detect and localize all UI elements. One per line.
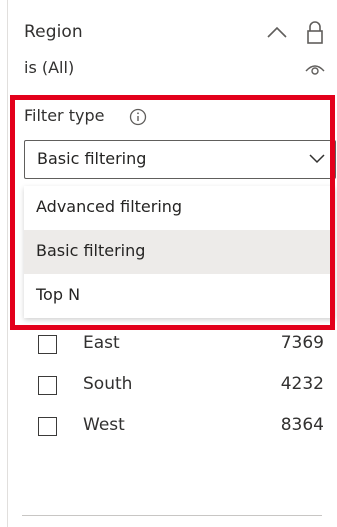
chevron-up-icon[interactable] (266, 24, 288, 40)
value-count: 7369 (280, 333, 324, 353)
value-label: South (83, 374, 133, 394)
filter-card-summary: is (All) (24, 58, 75, 77)
option-label: Advanced filtering (36, 197, 183, 216)
option-basic-filtering[interactable]: Basic filtering (24, 230, 335, 274)
option-label: Basic filtering (36, 241, 146, 260)
info-icon[interactable] (129, 108, 147, 126)
chevron-down-icon (309, 154, 325, 164)
checkbox[interactable] (38, 376, 57, 395)
option-label: Top N (36, 285, 81, 304)
pane-bottom-divider (22, 515, 322, 516)
option-advanced-filtering[interactable]: Advanced filtering (24, 186, 335, 230)
option-top-n[interactable]: Top N (24, 274, 335, 318)
checkbox[interactable] (38, 417, 57, 436)
lock-icon[interactable] (306, 19, 324, 45)
value-row-south[interactable]: South 4232 (38, 373, 330, 401)
value-row-west[interactable]: West 8364 (38, 414, 330, 442)
filter-pane: Region is (All) Filter type Basic filter… (0, 0, 337, 527)
value-label: West (83, 415, 125, 435)
checkbox[interactable] (38, 335, 57, 354)
filter-card-title: Region (24, 22, 83, 42)
value-count: 4232 (280, 374, 324, 394)
value-count: 8364 (280, 415, 324, 435)
filter-type-selected: Basic filtering (37, 149, 147, 168)
eye-icon[interactable] (305, 62, 325, 76)
value-label: East (83, 333, 120, 353)
filter-type-label: Filter type (24, 106, 105, 125)
filter-type-options-list: Advanced filtering Basic filtering Top N (24, 186, 335, 318)
filter-type-dropdown[interactable]: Basic filtering (24, 140, 336, 179)
pane-divider (7, 0, 8, 527)
value-row-east[interactable]: East 7369 (38, 332, 330, 360)
